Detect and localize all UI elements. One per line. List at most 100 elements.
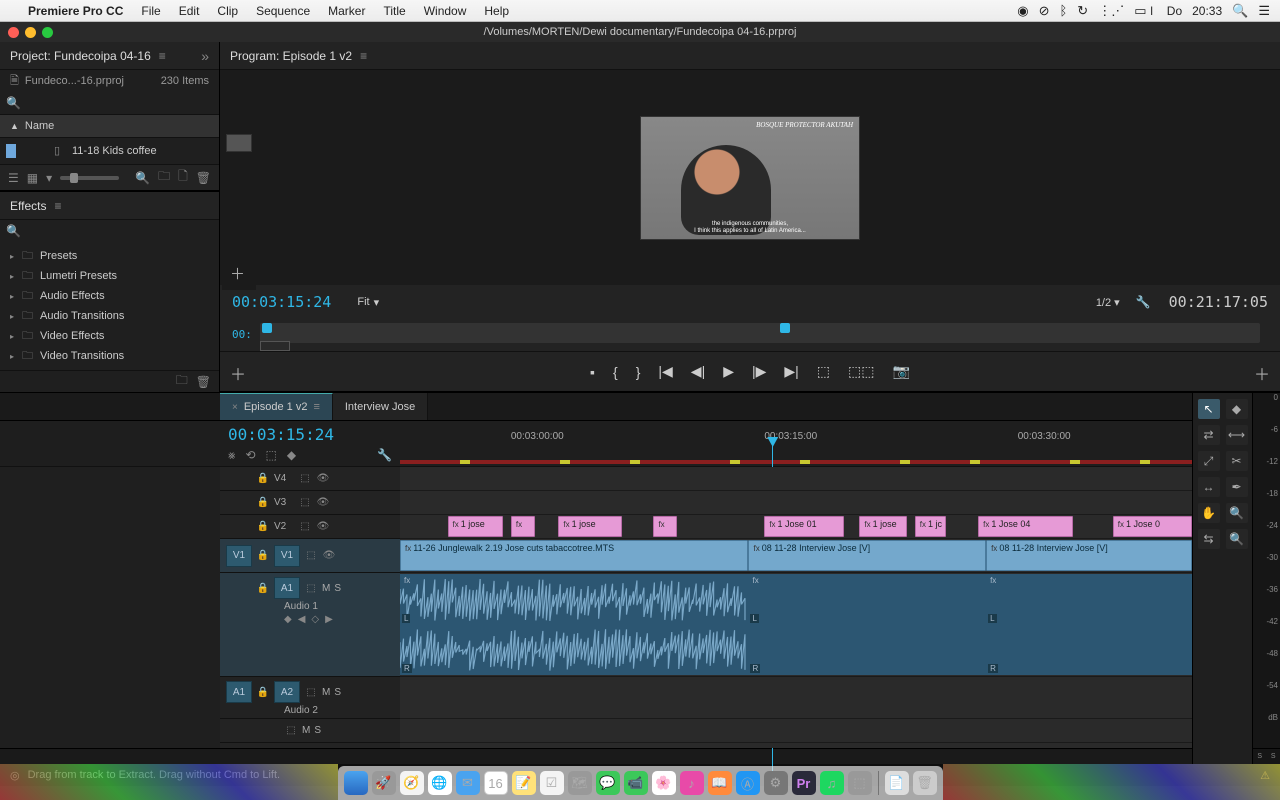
lift-button[interactable]: ⬚ [817,363,830,380]
solo-button[interactable]: S [334,583,341,594]
close-tab-icon[interactable]: × [232,402,238,413]
razor-tool[interactable]: ✂ [1226,451,1248,471]
timeline-timecode[interactable]: 00:03:15:24 [228,425,392,444]
zoom-slider[interactable] [60,176,119,180]
playback-resolution-dropdown[interactable]: 1/2 ▾ [1090,294,1126,311]
lock-icon[interactable]: 🔒 [256,472,270,486]
eye-icon[interactable]: 👁 [316,472,330,486]
program-video-frame[interactable]: BOSQUE PROTECTOR AKUTAH the indigenous c… [640,116,860,240]
mark-in-button[interactable]: ▪ [590,364,595,380]
dock-photos-icon[interactable]: 🌸 [652,771,676,795]
play-button[interactable]: ▶ [723,363,734,380]
timeline-audio-clip[interactable]: fxLR [400,574,748,675]
disclosure-triangle-icon[interactable]: ▸ [10,292,22,301]
eye-icon[interactable]: 👁 [322,549,336,563]
mark-out-button[interactable]: { [613,364,618,380]
source-monitor-collapsed[interactable]: ＋ [222,94,256,290]
window-zoom-button[interactable] [42,27,53,38]
program-timecode[interactable]: 00:03:15:24 [232,293,331,311]
dock-reminders-icon[interactable]: ☑ [540,771,564,795]
freeform-view-button[interactable]: ▾ [46,171,52,185]
hand-tool[interactable]: ✋ [1198,503,1220,523]
effects-folder-item[interactable]: ▸🗀Audio Transitions [6,306,213,326]
dock-mail-icon[interactable]: ✉ [456,771,480,795]
lock-icon[interactable]: 🔒 [256,581,270,595]
program-panel-tab[interactable]: Program: Episode 1 v2 ≡ [220,42,1280,70]
list-view-button[interactable]: ☰ [8,171,19,185]
timeline-clip[interactable]: fx1 jc [915,516,947,537]
panel-menu-icon[interactable]: ≡ [159,49,166,63]
track-target-a2[interactable]: A2 [274,681,300,703]
sync-lock-icon[interactable]: ⬚ [298,496,312,510]
step-back-button[interactable]: ◀| [691,363,705,380]
effects-folder-item[interactable]: ▸🗀Lumetri Presets [6,266,213,286]
effects-folder-item[interactable]: ▸🗀Video Effects [6,326,213,346]
eye-icon[interactable]: 👁 [316,496,330,510]
dock-downloads-icon[interactable]: 📄 [885,771,909,795]
dock-messages-icon[interactable]: 💬 [596,771,620,795]
timeline-clip[interactable]: fx1 Jose 0 [1113,516,1192,537]
export-frame-button[interactable]: 📷 [893,363,910,380]
pen-tool[interactable]: ✒ [1226,477,1248,497]
source-patch-a1[interactable]: A1 [226,681,252,703]
rolling-edit-tool[interactable]: ⟷ [1226,425,1248,445]
add-button-right[interactable]: ＋ [1254,361,1270,385]
settings-icon[interactable]: 🔧 [1136,295,1151,309]
dock-facetime-icon[interactable]: 📹 [624,771,648,795]
menubar-time[interactable]: 20:33 [1192,4,1222,18]
add-source-button[interactable]: ＋ [230,263,245,284]
timeline-clip[interactable]: fx08 11-28 Interview Jose [V] [986,540,1192,571]
menu-edit[interactable]: Edit [179,4,200,18]
selection-tool[interactable]: ↖ [1198,399,1220,419]
panel-menu-icon[interactable]: ≡ [313,401,319,413]
keyframe-toggle-icon[interactable]: ◆ [284,614,292,625]
creative-cloud-icon[interactable]: ◉ [1017,3,1028,19]
sync-lock-icon[interactable]: ⬚ [298,472,312,486]
timeline-marker-icon[interactable]: ◆ [287,448,296,463]
rate-stretch-tool[interactable]: ⤢ [1198,451,1220,471]
bluetooth-icon[interactable]: ᛒ [1059,3,1067,18]
circle-slash-icon[interactable]: ⊘ [1039,3,1050,19]
next-edit-button[interactable]: ▶| [784,363,798,380]
zoom-tool[interactable]: 🔍 [1226,503,1248,523]
dock-ibooks-icon[interactable]: 📖 [708,771,732,795]
timeline-horizontal-scrollbar[interactable] [0,748,1192,764]
track-header-a1[interactable]: 🔒 A1 ⬚ M S Audio 1 ◆ ◀ ◇ ▶ [220,573,400,677]
window-minimize-button[interactable] [25,27,36,38]
effects-folder-item[interactable]: ▸🗀Presets [6,246,213,266]
add-button-left[interactable]: ＋ [230,361,246,385]
window-close-button[interactable] [8,27,19,38]
add-keyframe-icon[interactable]: ◇ [311,614,319,625]
panel-menu-icon[interactable]: ≡ [360,49,367,63]
battery-icon[interactable]: ▭⏽ [1134,3,1157,19]
timeline-clip[interactable]: fx1 jose [448,516,503,537]
dock-safari-icon[interactable]: 🧭 [400,771,424,795]
spotlight-icon[interactable]: 🔍 [1232,3,1248,19]
dock-spotify-icon[interactable]: ♫ [820,771,844,795]
disclosure-triangle-icon[interactable]: ▸ [10,272,22,281]
timeline-audio-clip[interactable]: fxLR [986,574,1192,675]
sequence-tab[interactable]: Interview Jose [333,393,428,420]
track-target-v1[interactable]: V1 [274,545,300,567]
effects-folder-item[interactable]: ▸🗀Video Transitions [6,346,213,366]
zoom-level-dropdown[interactable]: Fit ▾ [351,294,385,311]
clear-button[interactable]: 🗑 [196,171,211,185]
timeline-lanes[interactable]: fx1 josefxfx1 josefxfx1 Jose 01fx1 josef… [400,467,1192,748]
solo-label[interactable]: S [1257,753,1262,760]
track-header-v4[interactable]: 🔒 V4 ⬚ 👁 [220,467,400,491]
disclosure-triangle-icon[interactable]: ▸ [10,252,22,261]
prev-edit-button[interactable]: |◀ [658,363,672,380]
dock-maps-icon[interactable]: 🗺 [568,771,592,795]
sync-lock-icon[interactable]: ⬚ [304,685,318,699]
linked-selection-button[interactable]: ⟲ [245,448,255,463]
delete-effect-button[interactable]: 🗑 [196,375,211,389]
dock-settings-icon[interactable]: ⚙ [764,771,788,795]
add-marker-button[interactable]: ⬚ [266,448,277,463]
step-forward-button[interactable]: |▶ [752,363,766,380]
type-tool[interactable]: 🔍 [1226,529,1248,549]
dock-finder-icon[interactable] [344,771,368,795]
project-search-input[interactable]: 🔍 [0,92,219,114]
menubar-day[interactable]: Do [1167,4,1182,18]
timeline-clip[interactable]: fx1 Jose 01 [764,516,843,537]
timeline-clip[interactable]: fx08 11-28 Interview Jose [V] [748,540,986,571]
